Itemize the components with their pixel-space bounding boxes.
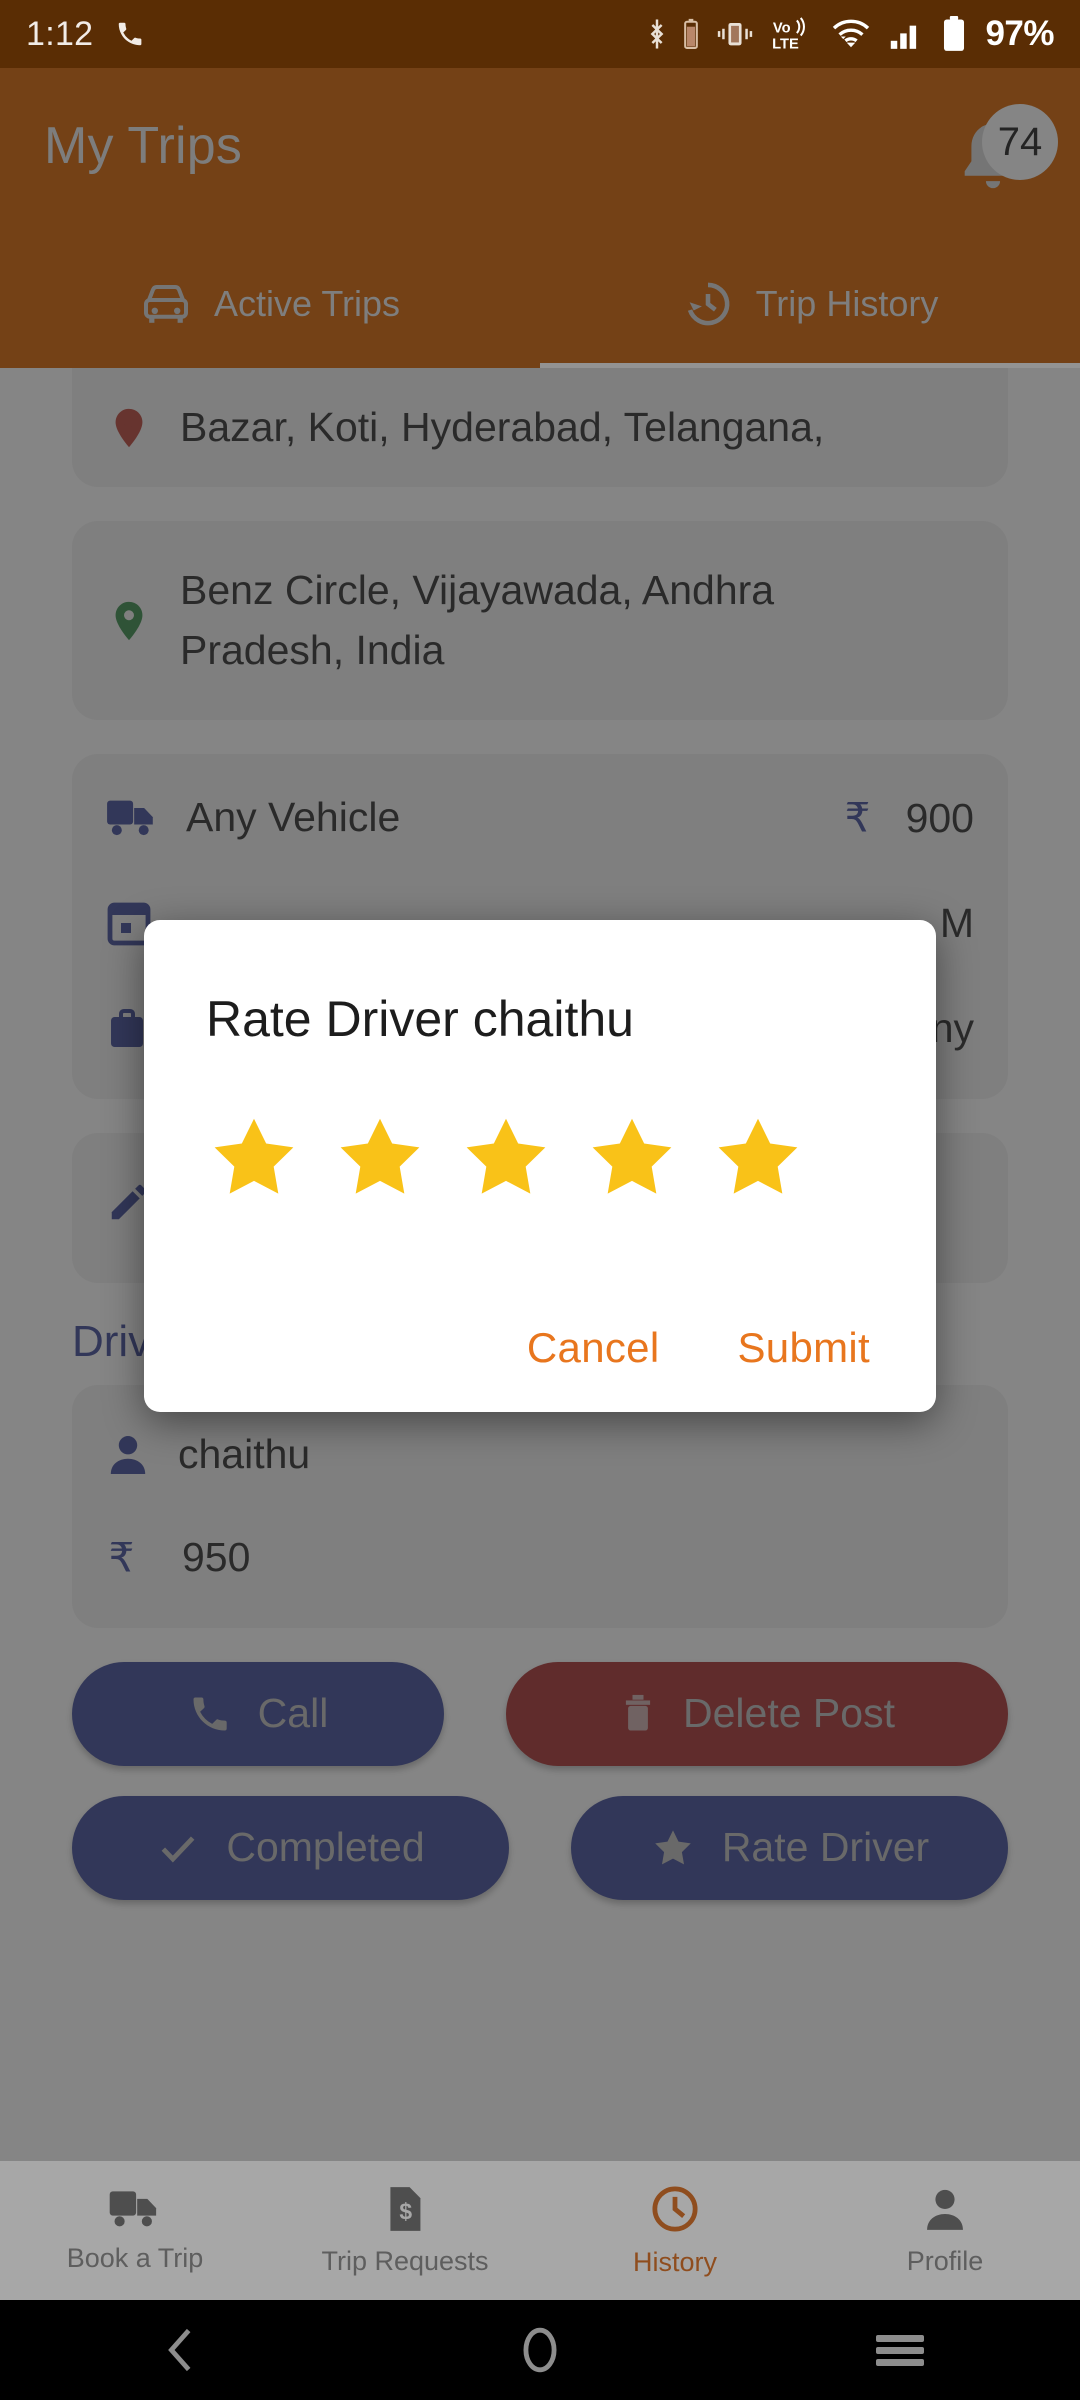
star-rating-4[interactable] — [584, 1110, 680, 1206]
driver-info-card[interactable]: chaithu ₹ 950 — [72, 1384, 1008, 1628]
phone-icon — [193, 1697, 227, 1730]
clock-icon — [652, 2186, 698, 2232]
invoice-icon: $ — [390, 2187, 421, 2231]
star-rating-2[interactable] — [332, 1110, 428, 1206]
signal-icon — [891, 25, 917, 49]
notifications-button[interactable]: 74 — [948, 102, 1058, 212]
header-tabs: Active Trips Trip History — [0, 240, 1080, 368]
vehicle-type-label: Any Vehicle — [186, 794, 401, 841]
back-chevron-icon — [168, 2328, 191, 2372]
pickup-location-card[interactable]: Bazar, Koti, Hyderabad, Telangana, — [72, 368, 1008, 488]
system-recents-button[interactable] — [720, 2330, 1080, 2371]
bottom-navigation: Book a Trip $ Trip Requests History Prof… — [0, 2161, 1080, 2300]
tab-label-trip-history: Trip History — [755, 283, 939, 324]
call-button-label: Call — [257, 1690, 329, 1736]
home-circle-icon — [523, 2327, 557, 2373]
tab-label-active-trips: Active Trips — [213, 283, 401, 324]
wifi-icon — [833, 19, 870, 48]
truck-icon — [109, 2191, 157, 2227]
completed-button-label: Completed — [226, 1824, 425, 1870]
trip-datetime-text: M — [939, 899, 974, 946]
tab-active-trips[interactable]: Active Trips — [0, 240, 540, 368]
system-back-button[interactable] — [0, 2324, 360, 2376]
battery-icon — [944, 16, 965, 51]
nav-label-trip-requests: Trip Requests — [321, 2246, 489, 2276]
trash-icon — [625, 1694, 651, 1730]
drop-location-card[interactable]: Benz Circle, Vijayawada, Andhra Pradesh,… — [72, 521, 1008, 721]
pickup-location-text: Bazar, Koti, Hyderabad, Telangana, — [180, 404, 825, 450]
nav-label-history: History — [632, 2247, 717, 2277]
tab-active-indicator — [540, 363, 1080, 368]
pickup-pin-icon — [115, 408, 143, 447]
rate-driver-button[interactable]: Rate Driver — [571, 1795, 1008, 1900]
check-icon — [161, 1835, 195, 1862]
cancel-button[interactable]: Cancel — [527, 1324, 660, 1372]
driver-price: 950 — [182, 1534, 251, 1581]
nav-label-book-a-trip: Book a Trip — [66, 2243, 204, 2273]
trip-actions: Call Delete Post Completed Rate Driver — [72, 1661, 1008, 1900]
status-bar-time: 1:12 — [26, 14, 94, 53]
nav-label-profile: Profile — [906, 2246, 984, 2276]
recents-menu-icon — [876, 2330, 924, 2371]
drop-location-text: Benz Circle, Vijayawada, Andhra Pradesh,… — [180, 567, 775, 673]
page-title: My Trips — [44, 117, 243, 175]
status-bar: 1:12 Vo LTE 97% — [0, 0, 1080, 68]
rate-driver-button-label: Rate Driver — [721, 1824, 930, 1870]
truck-icon — [107, 800, 153, 836]
star-rating-3[interactable] — [458, 1110, 554, 1206]
notification-badge: 74 — [982, 104, 1058, 180]
person-icon — [927, 2189, 963, 2230]
svg-text:LTE: LTE — [773, 37, 800, 51]
history-icon — [687, 282, 730, 326]
dialog-title: Rate Driver chaithu — [206, 991, 634, 1047]
drop-pin-icon — [115, 601, 143, 641]
star-rating-widget[interactable] — [206, 1110, 874, 1206]
call-button[interactable]: Call — [72, 1661, 444, 1766]
nav-item-book-a-trip[interactable]: Book a Trip — [0, 2161, 270, 2300]
trip-price: 900 — [905, 794, 974, 841]
driver-name: chaithu — [178, 1430, 311, 1477]
rupee-icon: ₹ — [844, 795, 870, 840]
rate-driver-dialog: Rate Driver chaithu Cancel Submit — [144, 920, 936, 1412]
delete-post-button[interactable]: Delete Post — [506, 1661, 1008, 1766]
system-navigation-bar — [0, 2300, 1080, 2400]
battery-percentage: 97% — [985, 14, 1054, 53]
star-icon — [655, 1829, 691, 1864]
svg-text:₹: ₹ — [109, 1535, 135, 1580]
nav-item-trip-requests[interactable]: $ Trip Requests — [270, 2161, 540, 2300]
star-rating-5[interactable] — [710, 1110, 806, 1206]
svg-text:Vo: Vo — [773, 20, 791, 36]
phone-screen: Bazar, Koti, Hyderabad, Telangana, Benz … — [0, 0, 1080, 2400]
bluetooth-icon — [651, 19, 664, 49]
star-rating-1[interactable] — [206, 1110, 302, 1206]
tab-trip-history[interactable]: Trip History — [540, 240, 1080, 368]
volte-icon: Vo LTE — [773, 17, 806, 51]
completed-button[interactable]: Completed — [72, 1795, 509, 1900]
phone-icon — [119, 22, 142, 46]
goods-type-text: ny — [930, 1005, 974, 1052]
briefcase-icon — [111, 1008, 143, 1047]
rupee-icon: ₹ — [109, 1535, 135, 1580]
nav-item-profile[interactable]: Profile — [810, 2161, 1080, 2300]
battery-icon — [684, 18, 699, 49]
delete-post-button-label: Delete Post — [683, 1690, 895, 1736]
vibrate-icon — [718, 22, 753, 46]
app-header: My Trips 74 Active Trips Trip History — [0, 68, 1080, 368]
car-icon — [143, 285, 188, 323]
person-icon — [110, 1436, 146, 1475]
svg-text:₹: ₹ — [844, 795, 870, 840]
nav-item-history[interactable]: History — [540, 2161, 810, 2300]
system-home-button[interactable] — [360, 2323, 720, 2377]
svg-text:$: $ — [399, 2198, 412, 2224]
submit-button[interactable]: Submit — [737, 1324, 870, 1372]
dialog-actions: Cancel Submit — [206, 1324, 874, 1372]
